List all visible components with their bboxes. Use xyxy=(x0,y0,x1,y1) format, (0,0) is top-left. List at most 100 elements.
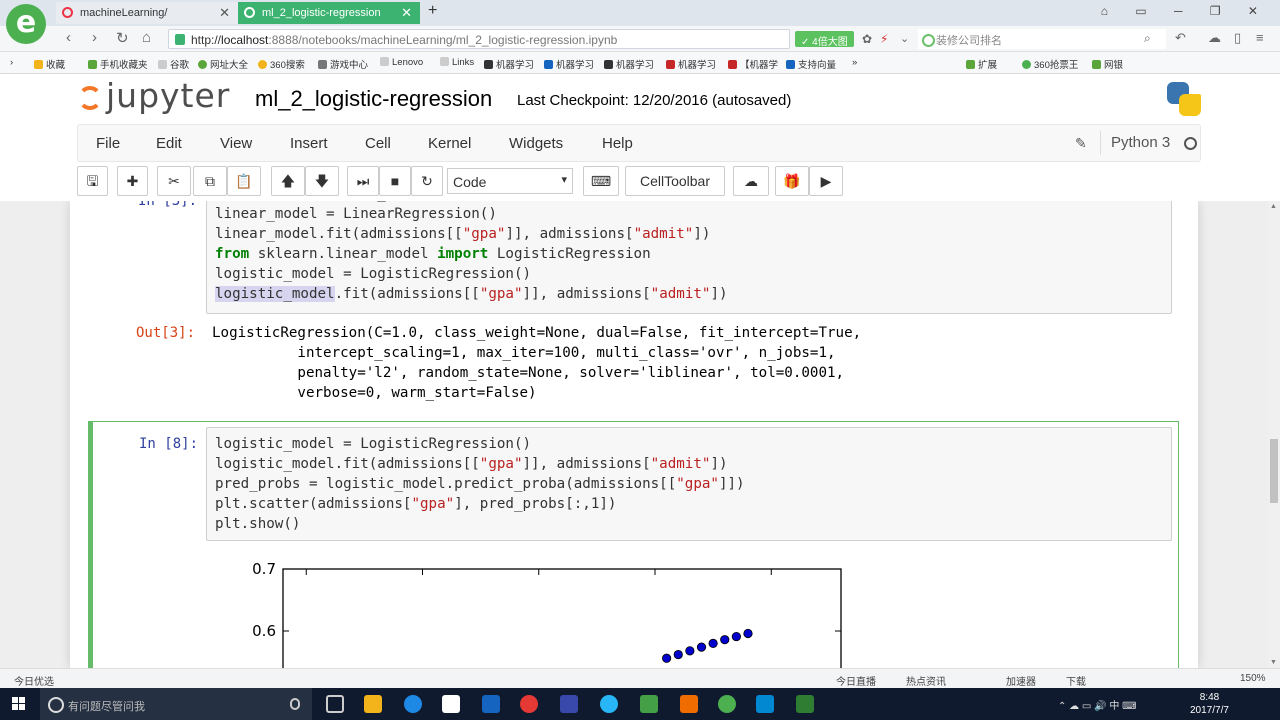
forward-icon[interactable]: › xyxy=(92,29,97,46)
bookmark-item[interactable]: 机器学习 xyxy=(604,57,654,71)
jupyter-logo-icon[interactable] xyxy=(78,86,102,110)
phone-icon[interactable]: ▯ xyxy=(1234,30,1241,46)
today-picks[interactable]: 今日优选 xyxy=(14,673,54,688)
close-tab-icon[interactable]: ✕ xyxy=(219,5,230,21)
bookmark-item[interactable]: 机器学习 xyxy=(544,57,594,71)
kernel-name[interactable]: Python 3 xyxy=(1111,134,1170,151)
menu-kernel[interactable]: Kernel xyxy=(428,135,471,152)
code-cell-selected[interactable]: In [8]: logistic_model = LogisticRegress… xyxy=(88,421,1179,668)
bookmark-item[interactable]: 机器学习 xyxy=(666,57,716,71)
status-item[interactable]: 今日直播 xyxy=(836,673,876,688)
bookmark-item[interactable]: 网址大全 xyxy=(198,57,248,71)
app-icon[interactable] xyxy=(482,695,500,713)
move-up-button[interactable]: 🡅 xyxy=(271,166,305,196)
celltoolbar-button[interactable]: CellToolbar xyxy=(625,166,725,196)
sidebar-toggle-icon[interactable]: › xyxy=(10,57,13,68)
menu-file[interactable]: File xyxy=(96,135,120,152)
command-palette-button[interactable]: ⌨ xyxy=(583,166,619,196)
bookmark-item[interactable]: Lenovo xyxy=(380,57,423,68)
menu-widgets[interactable]: Widgets xyxy=(509,135,563,152)
gear-icon[interactable]: ✿ xyxy=(862,32,872,46)
edge-icon[interactable] xyxy=(404,695,422,713)
copy-button[interactable]: ⧉ xyxy=(193,166,227,196)
bookmark-item[interactable]: 网银 xyxy=(1092,57,1123,71)
bookmark-item[interactable]: 收藏 xyxy=(34,57,65,71)
file-explorer-icon[interactable] xyxy=(364,695,382,713)
cloud-icon[interactable]: ☁ xyxy=(1208,30,1221,46)
search-box[interactable]: 装修公司排名 xyxy=(918,29,1166,49)
address-bar[interactable]: http://localhost:8888/notebooks/machineL… xyxy=(168,29,790,49)
move-down-button[interactable]: 🡇 xyxy=(305,166,339,196)
zoom-level[interactable]: 150% xyxy=(1240,673,1266,684)
notes-icon[interactable] xyxy=(756,695,774,713)
status-item[interactable]: 热点资讯 xyxy=(906,673,946,688)
close-tab-icon[interactable]: ✕ xyxy=(401,5,412,21)
code-input-area[interactable]: logistic_model = LogisticRegression() lo… xyxy=(206,427,1172,541)
undo-icon[interactable]: ↶ xyxy=(1175,30,1186,46)
terminal-icon[interactable] xyxy=(796,695,814,713)
task-view-icon[interactable] xyxy=(326,695,344,713)
more-bookmarks-icon[interactable]: » xyxy=(852,57,857,68)
bookmark-item[interactable]: Links xyxy=(440,57,474,68)
chrome-icon[interactable] xyxy=(520,695,538,713)
input-language[interactable]: 中 xyxy=(1109,701,1119,712)
cell-type-select[interactable]: Code xyxy=(447,168,573,194)
vs-icon[interactable] xyxy=(560,695,578,713)
menu-view[interactable]: View xyxy=(220,135,252,152)
microphone-icon[interactable] xyxy=(290,698,300,710)
menu-insert[interactable]: Insert xyxy=(290,135,328,152)
gift-button[interactable]: 🎁 xyxy=(775,166,809,196)
scroll-down-icon[interactable]: ▼ xyxy=(1270,659,1277,666)
interrupt-button[interactable]: ■ xyxy=(379,166,411,196)
insert-cell-button[interactable]: ✚ xyxy=(117,166,148,196)
new-tab-icon[interactable]: + xyxy=(428,2,437,20)
youtube-button[interactable]: ▶ xyxy=(809,166,843,196)
bookmark-item[interactable]: 机器学习 xyxy=(484,57,534,71)
menu-edit[interactable]: Edit xyxy=(156,135,182,152)
zoom-chip[interactable]: ✓ 4倍大图 xyxy=(795,31,854,48)
back-icon[interactable]: ‹ xyxy=(66,29,71,46)
search-icon[interactable]: ⌕ xyxy=(1144,31,1151,46)
reload-icon[interactable]: ↻ xyxy=(116,29,129,47)
bookmark-item[interactable]: 谷歌 xyxy=(158,57,189,71)
browser-360-icon[interactable] xyxy=(718,695,736,713)
jupyter-logo-text[interactable]: jupyter xyxy=(106,76,230,115)
editor-icon[interactable] xyxy=(640,695,658,713)
status-item[interactable]: 加速器 xyxy=(1006,673,1036,688)
cut-button[interactable]: ✂ xyxy=(157,166,191,196)
menu-icon[interactable]: ≡ xyxy=(1256,30,1264,45)
restart-button[interactable]: ↻ xyxy=(411,166,443,196)
pencil-icon[interactable]: ✎ xyxy=(1075,135,1087,152)
tab-machinelearning[interactable]: machineLearning/ ✕ xyxy=(56,2,238,24)
code-input-area[interactable]: from sklearn.linear_model import LinearR… xyxy=(206,201,1172,314)
bookmark-item[interactable]: 手机收藏夹 xyxy=(88,57,148,71)
save-button[interactable]: 🖫 xyxy=(77,166,108,196)
jupyter-app-icon[interactable] xyxy=(680,695,698,713)
home-icon[interactable]: ⌂ xyxy=(142,29,151,46)
ie-icon[interactable] xyxy=(600,695,618,713)
bookmark-item[interactable]: 扩展 xyxy=(966,57,997,71)
scrollbar-thumb[interactable] xyxy=(1270,439,1278,503)
menu-cell[interactable]: Cell xyxy=(365,135,391,152)
scroll-up-icon[interactable]: ▲ xyxy=(1270,203,1277,210)
paste-button[interactable]: 📋 xyxy=(227,166,261,196)
run-button[interactable]: ⏭ xyxy=(347,166,379,196)
bookmark-item[interactable]: 【机器学 xyxy=(728,57,778,71)
bookmark-item[interactable]: 360抢票王 xyxy=(1022,57,1078,71)
window-controls[interactable]: ⌂ ▭ ─ ❐ ✕ xyxy=(1101,4,1270,18)
bookmark-item[interactable]: 游戏中心 xyxy=(318,57,368,71)
windows-start-icon[interactable] xyxy=(12,697,26,711)
status-item[interactable]: 下载 xyxy=(1066,673,1086,688)
clock[interactable]: 8:48 2017/7/7 xyxy=(1190,691,1229,717)
bookmark-item[interactable]: 支持向量 xyxy=(786,57,836,71)
bookmark-item[interactable]: 360搜索 xyxy=(258,57,305,71)
vertical-scrollbar[interactable]: ▲ ▼ xyxy=(1268,201,1280,668)
system-tray[interactable]: ⌃ ☁ ▭ 🔊 中 ⌨ xyxy=(1058,697,1137,712)
code-cell[interactable]: In [3]: from sklearn.linear_model import… xyxy=(90,201,1180,401)
bolt-icon[interactable]: ⚡ xyxy=(880,32,888,46)
taskbar-search[interactable]: 有问题尽管问我 xyxy=(40,688,312,720)
store-icon[interactable] xyxy=(442,695,460,713)
browser-logo-icon[interactable]: e xyxy=(6,4,46,44)
chevron-down-icon[interactable]: ⌄ xyxy=(900,32,909,45)
upload-button[interactable]: ☁ xyxy=(733,166,769,196)
